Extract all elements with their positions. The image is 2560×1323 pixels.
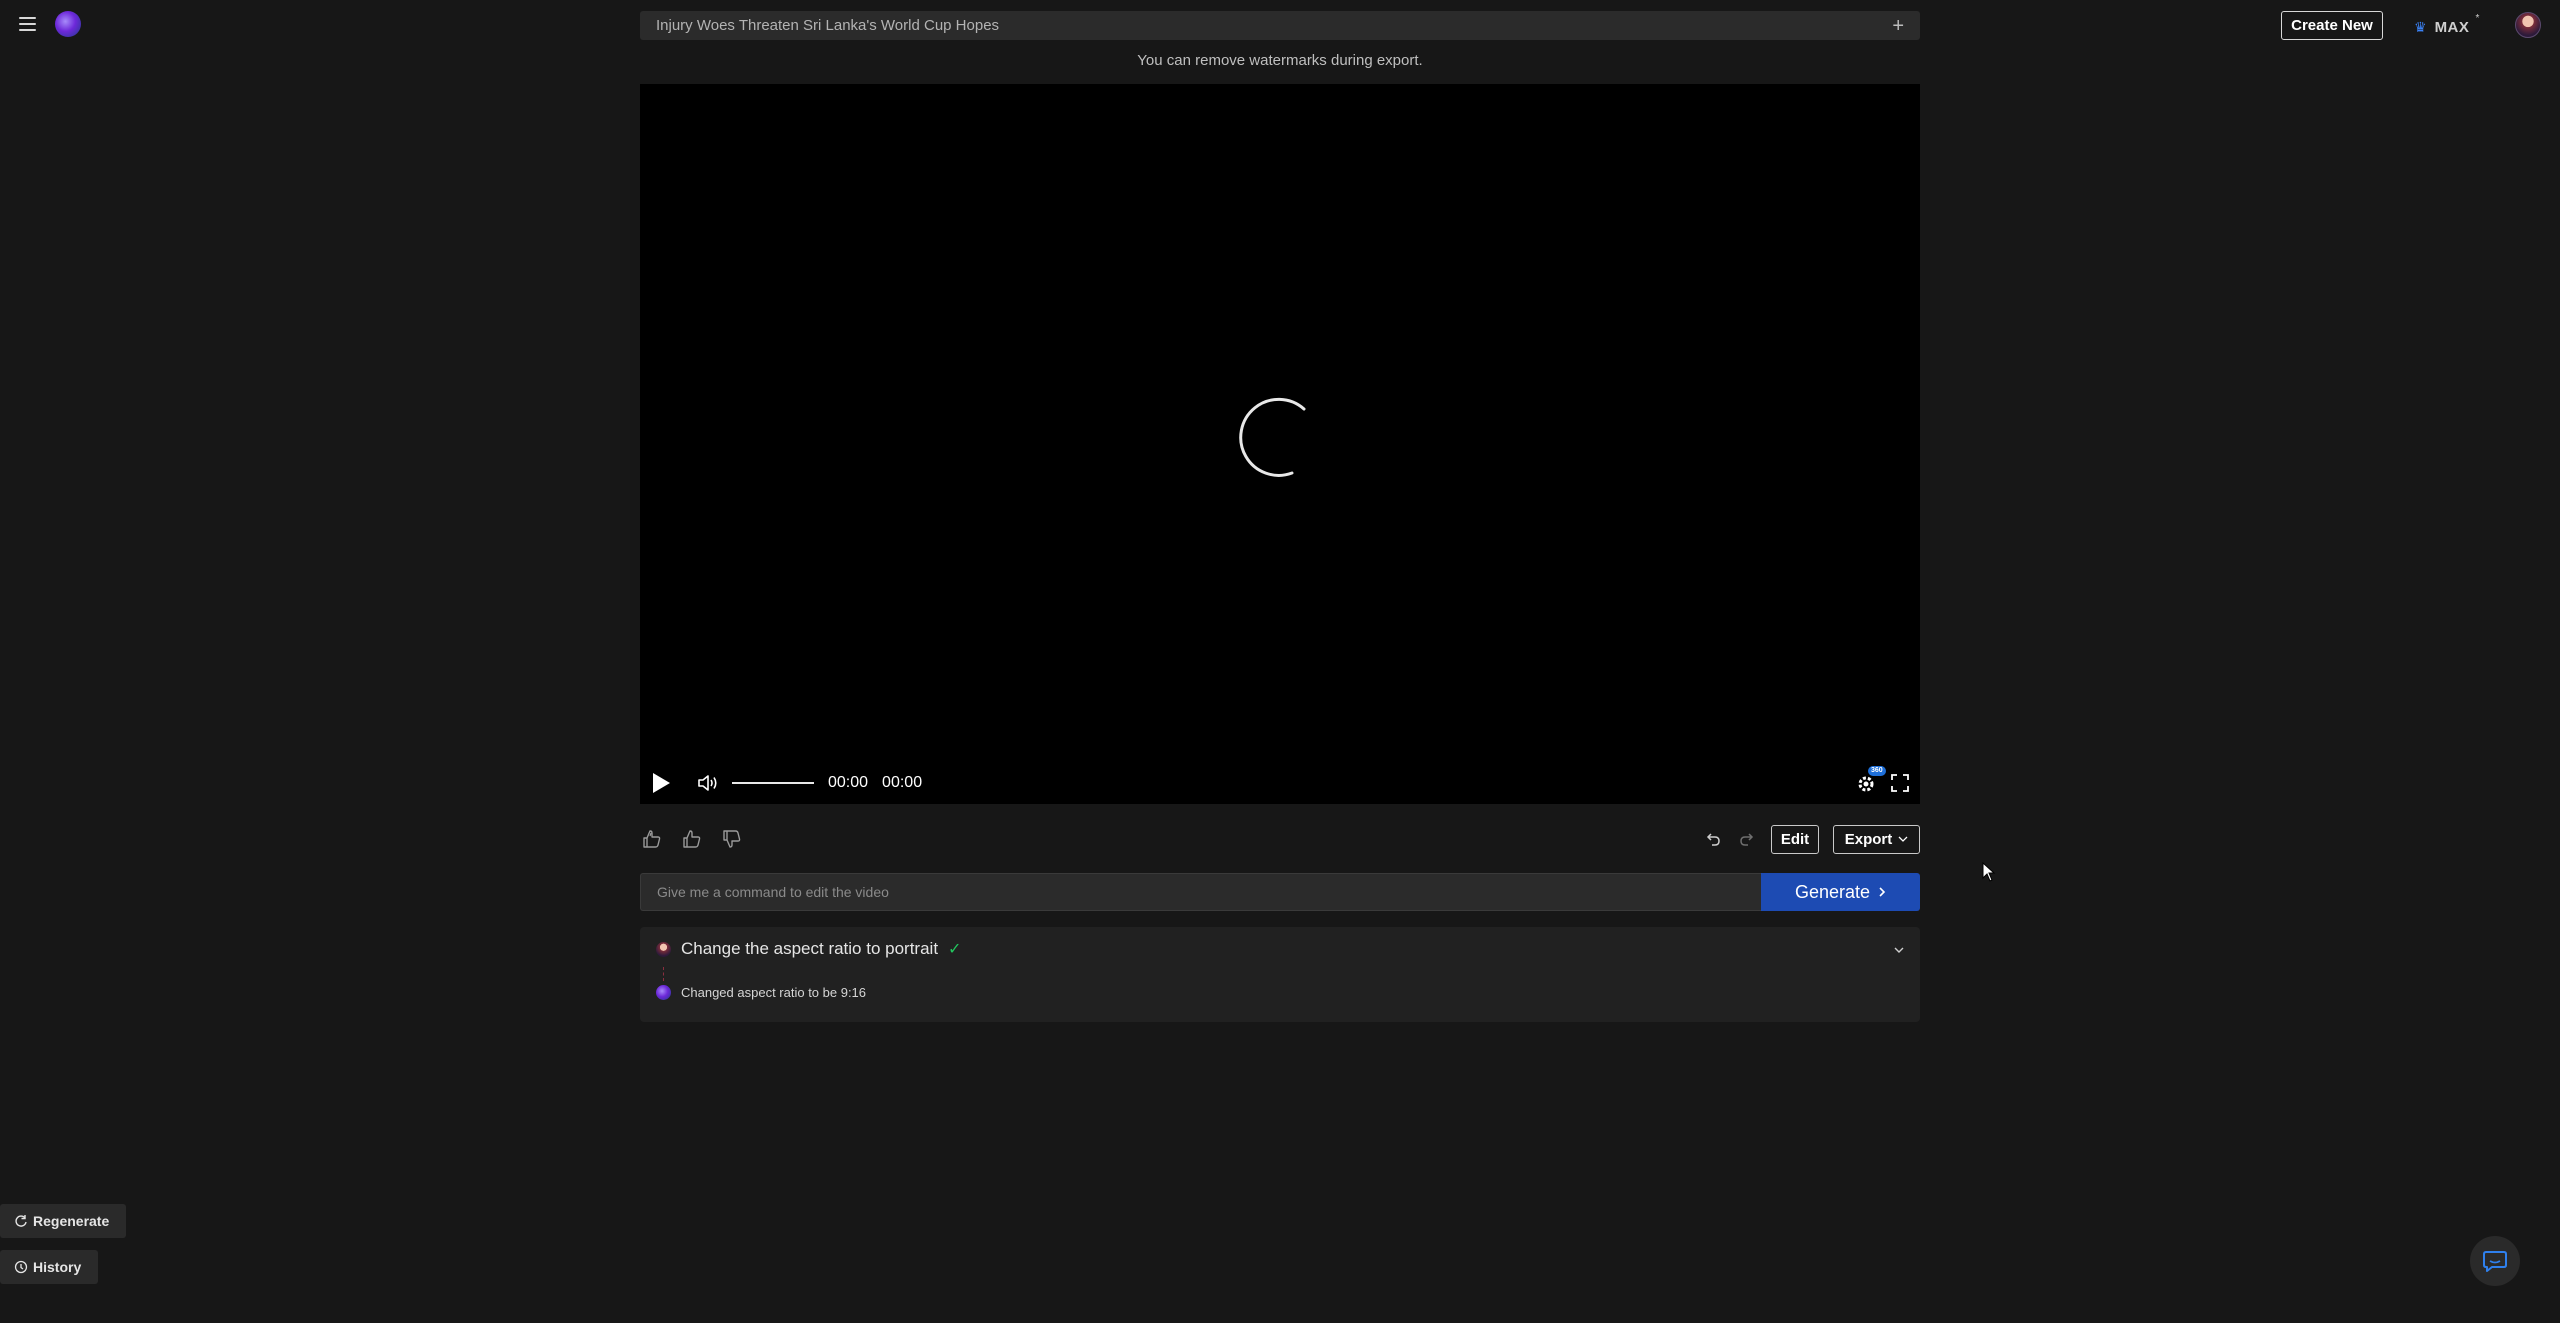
watermark-notice: You can remove watermarks during export. [1137,52,1423,69]
edit-history-panel: Change the aspect ratio to portrait ✓ Ch… [640,927,1920,1022]
export-button[interactable]: Export [1833,824,1920,854]
history-label: History [33,1259,82,1275]
bot-message-text: Changed aspect ratio to be 9:16 [681,985,867,1000]
generate-button[interactable]: Generate [1761,873,1920,911]
create-new-button[interactable]: Create New [2281,11,2383,40]
check-icon: ✓ [948,941,962,958]
volume-slider[interactable] [732,782,814,784]
thread-connector [663,967,664,981]
player-controls: 00:00 00:00 360 [640,762,1920,804]
play-icon[interactable] [650,771,672,795]
history-button[interactable]: History [0,1250,98,1284]
chevron-right-icon [1879,887,1886,897]
redo-icon[interactable] [1737,829,1757,849]
project-title[interactable]: Injury Woes Threaten Sri Lanka's World C… [656,17,1892,34]
plan-label: MAX [2434,18,2470,36]
undo-icon[interactable] [1703,829,1723,849]
volume-icon[interactable] [696,772,720,794]
generate-label: Generate [1794,881,1871,902]
project-title-bar[interactable]: Injury Woes Threaten Sri Lanka's World C… [640,11,1920,40]
loading-spinner-icon [1239,397,1306,477]
command-input[interactable] [640,873,1761,911]
support-chat-button[interactable] [2470,1236,2520,1286]
chevron-down-icon[interactable] [1890,941,1908,959]
thumbs-up-icon[interactable] [680,827,704,851]
hamburger-menu-icon[interactable] [16,13,40,37]
duration: 00:00 [882,774,923,791]
plan-marker: * [2475,13,2480,24]
user-message-text: Change the aspect ratio to portrait [681,939,939,958]
add-icon[interactable]: + [1892,16,1904,36]
current-time: 00:00 [828,774,869,791]
user-message: Change the aspect ratio to portrait ✓ [656,939,961,959]
bot-avatar [656,985,671,1000]
edit-button[interactable]: Edit [1771,824,1819,854]
command-bar: Generate [640,873,1920,911]
action-row: Edit Export [640,823,1920,855]
user-avatar[interactable] [2515,12,2541,38]
app-logo[interactable] [55,11,81,37]
regenerate-icon [15,1215,27,1227]
chat-icon [2483,1251,2507,1272]
bot-message: Changed aspect ratio to be 9:16 [656,985,866,1000]
mouse-cursor-icon [1982,862,1996,882]
user-avatar-small [656,941,671,957]
quality-badge: 360 [1868,766,1886,776]
video-player[interactable]: 00:00 00:00 360 [640,84,1920,804]
love-it-icon[interactable] [640,827,664,851]
export-label: Export [1844,830,1893,848]
plan-badge[interactable]: ♛ MAX * [2414,13,2479,39]
clock-icon [14,1260,28,1274]
fullscreen-icon[interactable] [1890,773,1910,793]
crown-icon: ♛ [2414,18,2427,35]
regenerate-label: Regenerate [33,1213,110,1229]
chevron-down-icon [1898,836,1908,842]
thumbs-down-icon[interactable] [720,827,744,851]
settings-icon[interactable]: 360 [1856,766,1886,794]
regenerate-button[interactable]: Regenerate [0,1204,126,1238]
